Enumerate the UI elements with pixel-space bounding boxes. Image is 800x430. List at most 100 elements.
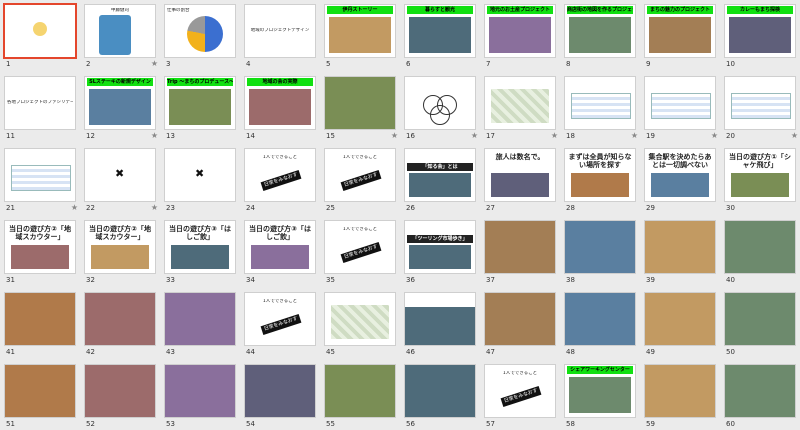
slide-thumbnail[interactable]: 仕事の割合 3 (164, 4, 236, 70)
slide-preview[interactable] (244, 364, 316, 418)
slide-thumbnail[interactable]: 16 ★ (404, 76, 478, 142)
slide-preview[interactable]: 商店街の地図を作るプロジェクト (564, 4, 636, 58)
slide-thumbnail[interactable]: 商店街の地図を作るプロジェクト 8 (564, 4, 636, 70)
slide-preview[interactable] (4, 292, 76, 346)
slide-preview[interactable]: ✖ (164, 148, 236, 202)
slide-thumbnail[interactable]: 51 (4, 364, 76, 430)
slide-thumbnail[interactable]: 41 (4, 292, 76, 358)
slide-thumbnail[interactable]: 52 (84, 364, 156, 430)
slide-thumbnail[interactable]: ✖ 22 ★ (84, 148, 158, 214)
slide-preview[interactable] (164, 364, 236, 418)
slide-preview[interactable]: 1人でできること 日常をみなおす (244, 148, 316, 202)
slide-thumbnail[interactable]: 地域の会の実際 14 (244, 76, 316, 142)
slide-preview[interactable] (484, 76, 556, 130)
slide-thumbnail[interactable]: 55 (324, 364, 396, 430)
slide-thumbnail[interactable]: 当日の遊び方③「はしご飲」 33 (164, 220, 236, 286)
slide-preview[interactable] (644, 292, 716, 346)
slide-preview[interactable]: まちの魅力のプロジェクト (644, 4, 716, 58)
slide-thumbnail[interactable]: 49 (644, 292, 716, 358)
slide-thumbnail[interactable]: 15 ★ (324, 76, 398, 142)
slide-preview[interactable]: 暮らすと観光 (404, 4, 476, 58)
slide-preview[interactable]: 地域の会の実際 (244, 76, 316, 130)
slide-thumbnail[interactable]: まちの魅力のプロジェクト 9 (644, 4, 716, 70)
slide-thumbnail[interactable]: 46 (404, 292, 476, 358)
slide-preview[interactable] (84, 364, 156, 418)
star-icon[interactable]: ★ (711, 131, 718, 140)
slide-thumbnail[interactable]: 56 (404, 364, 476, 430)
star-icon[interactable]: ★ (471, 131, 478, 140)
slide-thumbnail[interactable]: シェアワーキングセンター 58 (564, 364, 636, 430)
slide-thumbnail[interactable]: Trip ～まちのプロデュース～ 13 (164, 76, 236, 142)
slide-preview[interactable]: 当日の遊び方②「地域スカウター」 (84, 220, 156, 274)
slide-preview[interactable]: SLステーキの新規デザイン (84, 76, 156, 130)
slide-preview[interactable] (4, 148, 76, 202)
star-icon[interactable]: ★ (151, 203, 158, 212)
slide-thumbnail[interactable]: 17 ★ (484, 76, 558, 142)
slide-preview[interactable] (564, 220, 636, 274)
slide-thumbnail[interactable]: 中藤健司 2 ★ (84, 4, 158, 70)
slide-thumbnail[interactable]: 37 (484, 220, 556, 286)
slide-preview[interactable]: 伊丹ストーリー (324, 4, 396, 58)
slide-preview[interactable]: カレーもまち探検 (724, 4, 796, 58)
slide-preview[interactable] (564, 76, 636, 130)
slide-preview[interactable] (324, 292, 396, 346)
star-icon[interactable]: ★ (551, 131, 558, 140)
slide-thumbnail[interactable]: 1人でできること 日常をみなおす 35 (324, 220, 396, 286)
slide-thumbnail[interactable]: 21 ★ (4, 148, 78, 214)
slide-preview[interactable] (4, 364, 76, 418)
slide-thumbnail[interactable]: 1人でできること 日常をみなおす 44 (244, 292, 316, 358)
slide-preview[interactable]: 各地プロジェクトのファシリテーション (4, 76, 76, 130)
slide-preview[interactable]: 中藤健司 (84, 4, 156, 58)
slide-thumbnail[interactable]: 53 (164, 364, 236, 430)
slide-preview[interactable]: 当日の遊び方③「はしご飲」 (244, 220, 316, 274)
slide-thumbnail[interactable]: 当日の遊び方②「地域スカウター」 31 (4, 220, 76, 286)
slide-preview[interactable]: 当日の遊び方①「シャケ飛び」 (724, 148, 796, 202)
slide-preview[interactable] (724, 364, 796, 418)
slide-preview[interactable] (644, 220, 716, 274)
slide-preview[interactable]: 地元のお土産プロジェクト (484, 4, 556, 58)
slide-thumbnail[interactable]: 1人でできること 日常をみなおす 24 (244, 148, 316, 214)
slide-thumbnail[interactable]: カレーもまち探検 10 (724, 4, 796, 70)
slide-thumbnail[interactable]: 50 (724, 292, 796, 358)
slide-thumbnail[interactable]: 地域のプロジェクトデザイン 4 (244, 4, 316, 70)
star-icon[interactable]: ★ (151, 59, 158, 68)
slide-preview[interactable]: ✖ (84, 148, 156, 202)
slide-thumbnail[interactable]: 59 (644, 364, 716, 430)
slide-preview[interactable]: 地域のプロジェクトデザイン (244, 4, 316, 58)
slide-thumbnail[interactable]: 暮らすと観光 6 (404, 4, 476, 70)
slide-preview[interactable] (724, 292, 796, 346)
slide-thumbnail[interactable]: 60 (724, 364, 796, 430)
slide-thumbnail[interactable]: 当日の遊び方②「地域スカウター」 32 (84, 220, 156, 286)
slide-preview[interactable]: 当日の遊び方③「はしご飲」 (164, 220, 236, 274)
slide-thumbnail[interactable]: 43 (164, 292, 236, 358)
slide-thumbnail[interactable]: 集合駅を決めたらあとは一切調べない 29 (644, 148, 716, 214)
slide-thumbnail[interactable]: 18 ★ (564, 76, 638, 142)
slide-preview[interactable] (724, 76, 796, 130)
slide-thumbnail[interactable]: 1人でできること 日常をみなおす 57 (484, 364, 556, 430)
slide-thumbnail[interactable]: 48 (564, 292, 636, 358)
slide-thumbnail[interactable]: 各地プロジェクトのファシリテーション 11 (4, 76, 76, 142)
slide-preview[interactable]: 「ツーリング市場歩き」 (404, 220, 476, 274)
slide-preview[interactable]: 「知る会」とは (404, 148, 476, 202)
slide-preview[interactable] (404, 292, 476, 346)
slide-thumbnail[interactable]: まずは全員が知らない場所を探す 28 (564, 148, 636, 214)
slide-preview[interactable]: 1人でできること 日常をみなおす (324, 148, 396, 202)
star-icon[interactable]: ★ (791, 131, 798, 140)
slide-preview[interactable] (404, 76, 476, 130)
star-icon[interactable]: ★ (151, 131, 158, 140)
slide-thumbnail[interactable]: 1 (3, 3, 77, 70)
slide-preview[interactable] (164, 292, 236, 346)
slide-preview[interactable] (564, 292, 636, 346)
slide-thumbnail[interactable]: 54 (244, 364, 316, 430)
slide-preview[interactable]: 1人でできること 日常をみなおす (324, 220, 396, 274)
slide-thumbnail[interactable]: 47 (484, 292, 556, 358)
slide-preview[interactable] (724, 220, 796, 274)
slide-preview[interactable] (404, 364, 476, 418)
slide-preview[interactable]: Trip ～まちのプロデュース～ (164, 76, 236, 130)
slide-preview[interactable] (84, 292, 156, 346)
slide-thumbnail[interactable]: SLステーキの新規デザイン 12 ★ (84, 76, 158, 142)
slide-preview[interactable] (324, 364, 396, 418)
slide-preview[interactable]: 仕事の割合 (164, 4, 236, 58)
slide-thumbnail[interactable]: ✖ 23 (164, 148, 236, 214)
slide-thumbnail[interactable]: 「ツーリング市場歩き」 36 (404, 220, 476, 286)
